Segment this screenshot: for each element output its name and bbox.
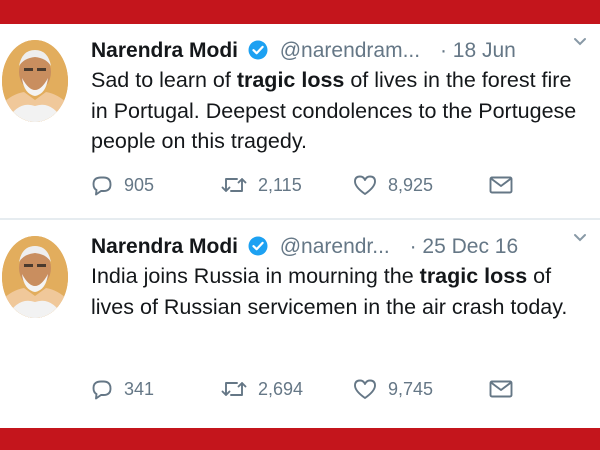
tweet-timeline: Narendra Modi @narendram... · 18 Jun Sad… bbox=[0, 24, 600, 428]
retweet-button[interactable]: 2,694 bbox=[220, 374, 303, 404]
direct-message-button[interactable] bbox=[488, 170, 524, 200]
direct-message-icon bbox=[489, 380, 513, 398]
like-button[interactable]: 8,925 bbox=[352, 170, 433, 200]
reply-count: 905 bbox=[124, 174, 155, 195]
retweet-count: 2,694 bbox=[258, 378, 304, 399]
chevron-down-icon[interactable] bbox=[572, 33, 588, 54]
tweet-text-bold: tragic loss bbox=[236, 68, 345, 92]
reply-button[interactable]: 905 bbox=[90, 170, 154, 200]
tweet-header: Narendra Modi @narendram... · 18 Jun bbox=[91, 36, 591, 66]
like-button[interactable]: 9,745 bbox=[352, 374, 433, 404]
reply-count: 341 bbox=[124, 378, 155, 399]
tweet-card[interactable]: Narendra Modi @narendr... · 25 Dec 16 In… bbox=[0, 220, 600, 428]
tweet-text-bold: tragic loss bbox=[419, 264, 528, 288]
reply-icon bbox=[92, 176, 112, 196]
tweet-text: India joins Russia in mourning the tragi… bbox=[91, 261, 591, 322]
author-name[interactable]: Narendra Modi bbox=[91, 235, 238, 258]
tweet-header: Narendra Modi @narendr... · 25 Dec 16 bbox=[91, 232, 591, 262]
tweet-text: Sad to learn of tragic loss of lives in … bbox=[91, 65, 591, 157]
bottom-red-banner bbox=[0, 428, 600, 450]
retweet-icon bbox=[221, 178, 247, 192]
avatar[interactable] bbox=[2, 236, 68, 318]
retweet-icon bbox=[221, 382, 247, 396]
direct-message-button[interactable] bbox=[488, 374, 524, 404]
author-name[interactable]: Narendra Modi bbox=[91, 39, 238, 62]
avatar[interactable] bbox=[2, 40, 68, 122]
top-red-banner bbox=[0, 0, 600, 24]
tweet-text-part: Sad to learn of bbox=[91, 68, 237, 92]
like-icon bbox=[354, 379, 376, 399]
chevron-down-icon[interactable] bbox=[572, 229, 588, 250]
tweet-card[interactable]: Narendra Modi @narendram... · 18 Jun Sad… bbox=[0, 24, 600, 218]
like-count: 8,925 bbox=[388, 174, 434, 195]
like-count: 9,745 bbox=[388, 378, 434, 399]
tweet-actions: 905 2,115 8,925 bbox=[90, 170, 520, 200]
tweet-actions: 341 2,694 9,745 bbox=[90, 374, 520, 404]
like-icon bbox=[354, 175, 376, 195]
tweet-date[interactable]: · 18 Jun bbox=[440, 39, 516, 62]
author-handle[interactable]: @narendram... bbox=[280, 39, 420, 62]
retweet-button[interactable]: 2,115 bbox=[220, 170, 302, 200]
tweet-date[interactable]: · 25 Dec 16 bbox=[410, 235, 519, 258]
author-handle[interactable]: @narendr... bbox=[280, 235, 390, 258]
retweet-count: 2,115 bbox=[258, 174, 302, 195]
reply-icon bbox=[92, 380, 112, 400]
tweet-text-part: India joins Russia in mourning the bbox=[91, 264, 420, 288]
direct-message-icon bbox=[489, 176, 513, 194]
reply-button[interactable]: 341 bbox=[90, 374, 154, 404]
